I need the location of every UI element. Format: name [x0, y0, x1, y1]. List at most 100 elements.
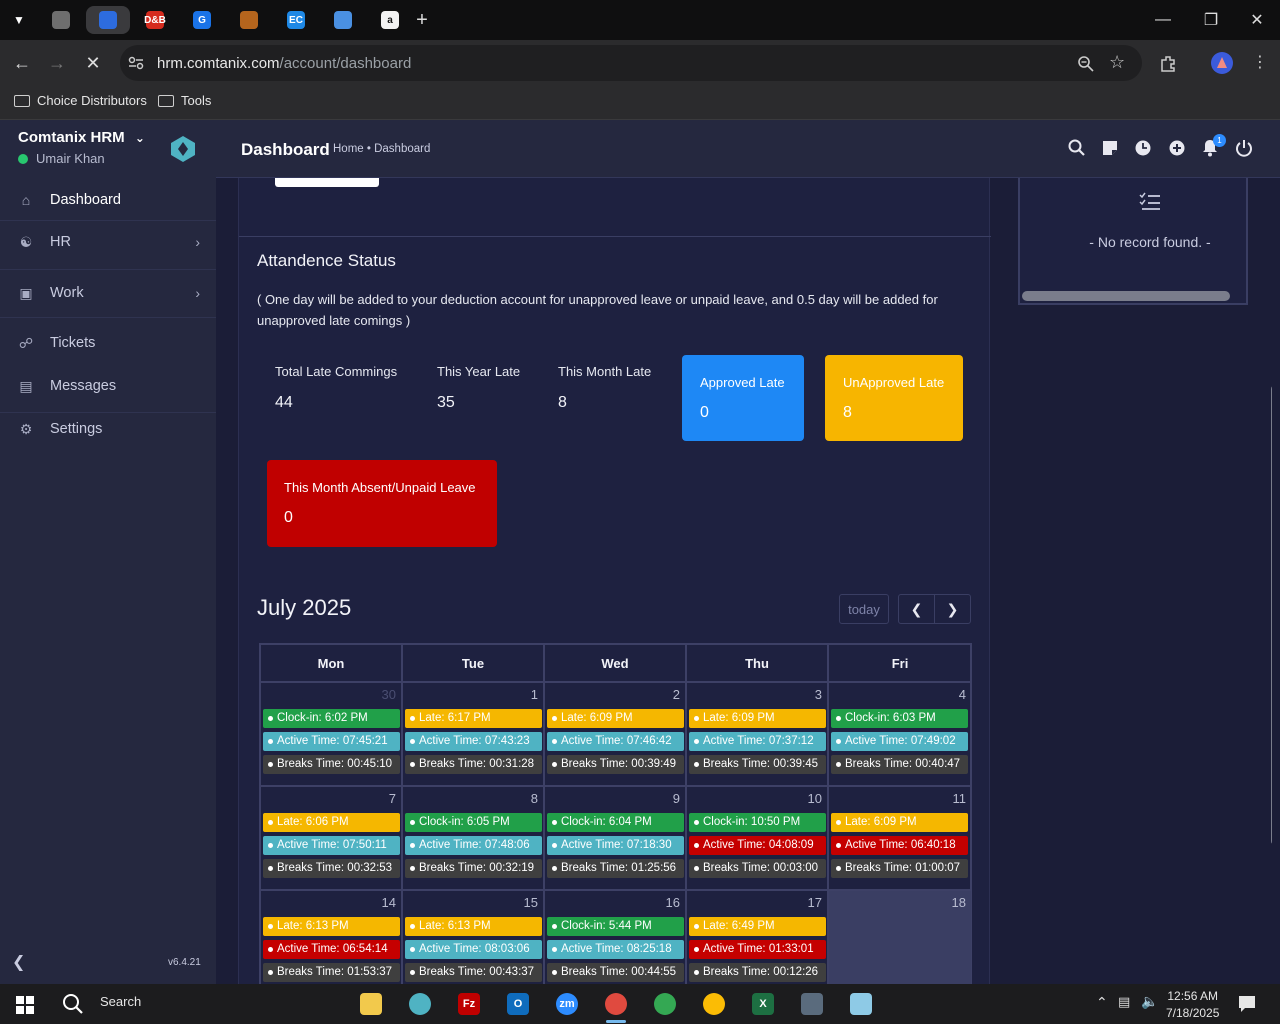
back-button[interactable]: ←: [7, 48, 37, 78]
notes-icon[interactable]: [1100, 138, 1120, 158]
taskbar-app[interactable]: Fz: [449, 989, 489, 1019]
address-bar[interactable]: hrm.comtanix.com/account/dashboard ☆: [120, 45, 1142, 81]
absent-leave-box[interactable]: This Month Absent/Unpaid Leave 0: [267, 460, 497, 547]
calendar-event[interactable]: Breaks Time: 00:32:19: [405, 859, 542, 878]
calendar-day-cell[interactable]: 1 Late: 6:17 PM Active Time: 07:43:23 Break…: [403, 683, 545, 787]
network-icon[interactable]: ▤: [1118, 994, 1130, 1010]
calendar-event[interactable]: Active Time: 08:25:18: [547, 940, 684, 959]
calendar-event[interactable]: Active Time: 07:37:12: [689, 732, 826, 751]
tab-search-button[interactable]: ▼: [4, 6, 34, 34]
calendar-event[interactable]: Clock-in: 6:04 PM: [547, 813, 684, 832]
calendar-event[interactable]: Breaks Time: 00:32:53: [263, 859, 400, 878]
taskbar-app[interactable]: [645, 989, 685, 1019]
calendar-event[interactable]: Breaks Time: 01:53:37: [263, 963, 400, 982]
calendar-event[interactable]: Active Time: 07:49:02: [831, 732, 968, 751]
system-clock[interactable]: 12:56 AM 7/18/2025: [1166, 988, 1219, 1022]
profile-avatar[interactable]: [1211, 52, 1233, 74]
calendar-event[interactable]: Breaks Time: 00:45:10: [263, 755, 400, 774]
new-tab-button[interactable]: +: [400, 0, 444, 40]
calendar-prev-button[interactable]: ❮: [898, 594, 935, 624]
calendar-event[interactable]: Breaks Time: 00:03:00: [689, 859, 826, 878]
taskbar-app[interactable]: [694, 989, 734, 1019]
calendar-event[interactable]: Clock-in: 5:44 PM: [547, 917, 684, 936]
clock-icon[interactable]: [1133, 138, 1153, 158]
calendar-event[interactable]: Active Time: 07:48:06: [405, 836, 542, 855]
calendar-day-cell[interactable]: 10 Clock-in: 10:50 PM Active Time: 04:08:0…: [687, 787, 829, 891]
add-circle-icon[interactable]: [1167, 138, 1187, 158]
bookmark-tools[interactable]: Tools: [158, 93, 211, 108]
sidebar-item-settings[interactable]: ⚙ Settings: [0, 409, 216, 449]
browser-tab[interactable]: [39, 6, 83, 34]
calendar-event[interactable]: Clock-in: 6:05 PM: [405, 813, 542, 832]
calendar-event[interactable]: Late: 6:09 PM: [689, 709, 826, 728]
browser-tab[interactable]: [227, 6, 271, 34]
power-icon[interactable]: [1234, 138, 1254, 158]
close-window-button[interactable]: ✕: [1234, 0, 1280, 40]
calendar-day-cell[interactable]: 11 Late: 6:09 PM Active Time: 06:40:18 Brea…: [829, 787, 971, 891]
calendar-event[interactable]: Clock-in: 6:02 PM: [263, 709, 400, 728]
browser-tab[interactable]: [321, 6, 365, 34]
calendar-event[interactable]: Clock-in: 6:03 PM: [831, 709, 968, 728]
scrolled-button[interactable]: [275, 178, 379, 187]
calendar-day-cell[interactable]: 3 Late: 6:09 PM Active Time: 07:37:12 Break…: [687, 683, 829, 787]
sidebar-item-tickets[interactable]: ☍ Tickets: [0, 323, 216, 363]
calendar-event[interactable]: Late: 6:13 PM: [405, 917, 542, 936]
calendar-event[interactable]: Active Time: 07:46:42: [547, 732, 684, 751]
sidebar-item-hr[interactable]: ☯ HR ›: [0, 222, 216, 262]
calendar-event[interactable]: Active Time: 04:08:09: [689, 836, 826, 855]
taskbar-app[interactable]: [351, 989, 391, 1019]
brand-switcher[interactable]: Comtanix HRM ⌄: [18, 129, 145, 146]
calendar-event[interactable]: Breaks Time: 01:25:56: [547, 859, 684, 878]
calendar-event[interactable]: Active Time: 07:50:11: [263, 836, 400, 855]
calendar-event[interactable]: Breaks Time: 00:44:55: [547, 963, 684, 982]
calendar-event[interactable]: Breaks Time: 00:43:37: [405, 963, 542, 982]
taskbar-app[interactable]: O: [498, 989, 538, 1019]
bookmark-choice-distributors[interactable]: Choice Distributors: [14, 93, 147, 108]
calendar-event[interactable]: Breaks Time: 00:12:26: [689, 963, 826, 982]
calendar-event[interactable]: Late: 6:09 PM: [831, 813, 968, 832]
calendar-day-cell[interactable]: 8 Clock-in: 6:05 PM Active Time: 07:48:06 B…: [403, 787, 545, 891]
calendar-event[interactable]: Late: 6:13 PM: [263, 917, 400, 936]
search-icon[interactable]: [62, 993, 84, 1015]
calendar-event[interactable]: Active Time: 08:03:06: [405, 940, 542, 959]
calendar-day-cell[interactable]: 2 Late: 6:09 PM Active Time: 07:46:42 Break…: [545, 683, 687, 787]
minimize-button[interactable]: —: [1140, 0, 1186, 40]
horizontal-scrollbar[interactable]: [1022, 291, 1230, 301]
browser-tab[interactable]: [86, 6, 130, 34]
calendar-event[interactable]: Active Time: 07:45:21: [263, 732, 400, 751]
calendar-today-button[interactable]: today: [839, 594, 889, 624]
restore-button[interactable]: ❐: [1188, 0, 1234, 40]
sidebar-item-work[interactable]: ▣ Work ›: [0, 273, 216, 313]
page-scrollbar[interactable]: [1271, 385, 1272, 845]
calendar-day-cell[interactable]: 16 Clock-in: 5:44 PM Active Time: 08:25:18…: [545, 891, 687, 984]
approved-late-box[interactable]: Approved Late 0: [682, 355, 804, 441]
forward-button[interactable]: →: [42, 48, 72, 78]
sidebar-item-messages[interactable]: ▤ Messages: [0, 366, 216, 406]
calendar-event[interactable]: Late: 6:17 PM: [405, 709, 542, 728]
calendar-day-cell[interactable]: 15 Late: 6:13 PM Active Time: 08:03:06 Brea…: [403, 891, 545, 984]
tray-chevron-up-icon[interactable]: ⌃: [1096, 994, 1108, 1011]
calendar-day-cell[interactable]: 30 Clock-in: 6:02 PM Active Time: 07:45:21…: [261, 683, 403, 787]
calendar-event[interactable]: Breaks Time: 00:31:28: [405, 755, 542, 774]
unapproved-late-box[interactable]: UnApproved Late 8: [825, 355, 963, 441]
browser-tab[interactable]: EC: [274, 6, 318, 34]
taskbar-app[interactable]: X: [743, 989, 783, 1019]
stop-loading-button[interactable]: ✕: [78, 48, 108, 78]
taskbar-app[interactable]: [400, 989, 440, 1019]
calendar-event[interactable]: Clock-in: 10:50 PM: [689, 813, 826, 832]
taskbar-app[interactable]: [792, 989, 832, 1019]
calendar-day-cell[interactable]: 9 Clock-in: 6:04 PM Active Time: 07:18:30 B…: [545, 787, 687, 891]
calendar-event[interactable]: Active Time: 06:54:14: [263, 940, 400, 959]
collapse-sidebar-icon[interactable]: ❮: [12, 952, 25, 972]
browser-tab[interactable]: D&B: [133, 6, 177, 34]
taskbar-app[interactable]: [841, 989, 881, 1019]
calendar-event[interactable]: Breaks Time: 00:40:47: [831, 755, 968, 774]
calendar-day-cell[interactable]: 4 Clock-in: 6:03 PM Active Time: 07:49:02 B…: [829, 683, 971, 787]
browser-tab[interactable]: G: [180, 6, 224, 34]
calendar-event[interactable]: Active Time: 01:33:01: [689, 940, 826, 959]
taskbar-search-label[interactable]: Search: [100, 994, 141, 1009]
calendar-event[interactable]: Late: 6:06 PM: [263, 813, 400, 832]
taskbar-app[interactable]: [596, 989, 636, 1023]
bookmark-star-icon[interactable]: ☆: [1109, 52, 1125, 73]
calendar-day-cell[interactable]: 7 Late: 6:06 PM Active Time: 07:50:11 Break…: [261, 787, 403, 891]
